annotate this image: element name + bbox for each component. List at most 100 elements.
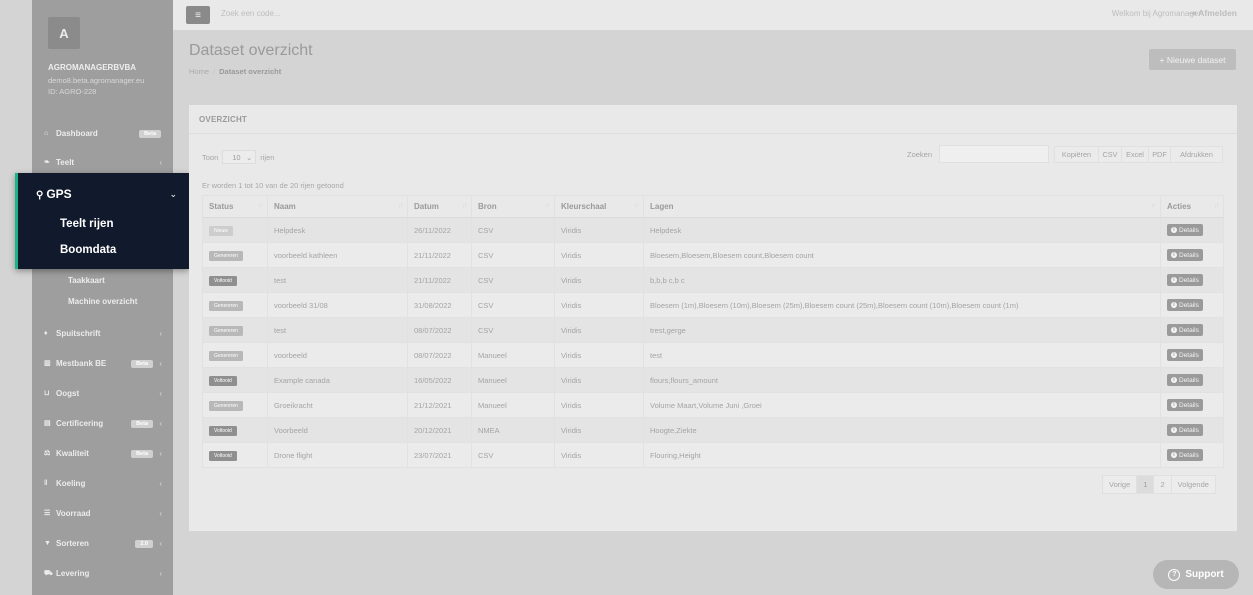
status-badge: Genereren	[209, 250, 243, 261]
column-header-kleurschaal[interactable]: Kleurschaal ↓↑	[554, 195, 644, 218]
column-header-lagen[interactable]: Lagen ↓↑	[643, 195, 1161, 218]
chevron-left-icon: ‹	[159, 157, 162, 167]
table-row: Nieuw Helpdesk 26/11/2022 CSV Viridis Helpdes…	[202, 217, 1224, 243]
details-button[interactable]: i Details	[1167, 424, 1203, 436]
chevron-left-icon: ‹	[159, 538, 162, 548]
details-button[interactable]: i Details	[1167, 274, 1203, 286]
cell-kleurschaal: Viridis	[554, 267, 644, 293]
sidebar-item-spuitschrift[interactable]: ♦ Spuitschrift ‹	[32, 321, 173, 345]
sidebar-item-label: Koeling	[56, 478, 86, 488]
details-button[interactable]: i Details	[1167, 324, 1203, 336]
column-header-label: Acties	[1167, 202, 1192, 211]
details-button[interactable]: i Details	[1167, 399, 1203, 411]
new-dataset-button[interactable]: + Nieuwe dataset	[1149, 49, 1236, 70]
cell-lagen: Volume Maart,Volume Juni ,Groei	[643, 392, 1161, 418]
cell-acties: i Details	[1160, 392, 1224, 418]
support-button[interactable]: ? Support	[1153, 560, 1239, 589]
breadcrumb-home[interactable]: Home	[189, 67, 209, 76]
cell-lagen: Flouring,Height	[643, 442, 1161, 468]
cell-datum: 21/11/2022	[407, 242, 472, 268]
sidebar-item-gps[interactable]: ⚲ GPS	[36, 187, 72, 201]
print-button[interactable]: Afdrukken	[1170, 146, 1223, 163]
beta-badge: Beta	[139, 130, 161, 138]
sidebar-subitem-machine-overzicht[interactable]: Machine overzicht	[68, 297, 137, 306]
cell-lagen: test	[643, 342, 1161, 368]
table-search-input[interactable]	[939, 145, 1049, 163]
sidebar-subitem-taakkaart[interactable]: Taakkaart	[68, 276, 105, 285]
table-body: Nieuw Helpdesk 26/11/2022 CSV Viridis Helpdes…	[202, 217, 1224, 468]
pagination-prev[interactable]: Vorige	[1103, 476, 1138, 493]
cell-kleurschaal: Viridis	[554, 242, 644, 268]
certificate-icon: ▤	[44, 420, 51, 427]
sidebar-item-mestbank[interactable]: ▥ Mestbank BE Beta ‹	[32, 351, 173, 375]
sidebar-item-label: Levering	[56, 568, 90, 578]
column-header-status[interactable]: Status ↓↑	[202, 195, 268, 218]
logout-link[interactable]: ⇥ Afmelden	[1189, 8, 1237, 19]
cell-bron: CSV	[471, 267, 555, 293]
page-size-value: 10	[232, 152, 241, 162]
company-avatar[interactable]: A	[48, 17, 80, 49]
sidebar-item-sorteren[interactable]: ▼ Sorteren 2.0 ‹	[32, 531, 173, 555]
cell-datum: 31/08/2022	[407, 292, 472, 318]
cell-kleurschaal: Viridis	[554, 417, 644, 443]
page-size-select[interactable]: 10 ⌄	[222, 150, 257, 164]
show-prefix: Toon	[202, 152, 219, 162]
sort-icon: ↓↑	[462, 203, 467, 209]
sidebar-subitem-teelt-rijen[interactable]: Teelt rijen	[60, 218, 113, 230]
sidebar-item-label: Certificering	[56, 418, 104, 428]
column-header-bron[interactable]: Bron ↓↑	[471, 195, 555, 218]
cell-bron: Manueel	[471, 392, 555, 418]
chevron-left-icon: ‹	[159, 328, 162, 338]
info-icon: i	[1171, 452, 1177, 458]
details-button[interactable]: i Details	[1167, 299, 1203, 311]
sidebar-item-kwaliteit[interactable]: ⚖ Kwaliteit Beta ‹	[32, 441, 173, 465]
sidebar-item-oogst[interactable]: ⊔ Oogst ‹	[32, 381, 173, 405]
home-icon: ⌂	[44, 129, 49, 137]
column-header-datum[interactable]: Datum ↓↑	[407, 195, 472, 218]
sidebar-item-dashboard[interactable]: ⌂ Dashboard Beta	[32, 121, 173, 145]
cell-naam: Voorbeeld	[267, 417, 408, 443]
column-header-acties[interactable]: Acties ↓↑	[1160, 195, 1224, 218]
menu-toggle-button[interactable]: ≡	[186, 6, 210, 24]
code-search-input[interactable]	[221, 9, 381, 18]
pagination-next[interactable]: Volgende	[1171, 476, 1215, 493]
sidebar-item-levering[interactable]: ⛟ Levering ‹	[32, 561, 173, 585]
column-header-naam[interactable]: Naam ↓↑	[267, 195, 408, 218]
cell-lagen: flours,flours_amount	[643, 367, 1161, 393]
column-header-label: Bron	[478, 202, 497, 211]
cell-acties: i Details	[1160, 442, 1224, 468]
breadcrumb-separator: /	[213, 67, 216, 76]
sidebar-item-teelt[interactable]: ❧ Teelt ‹	[32, 150, 173, 174]
pagination-page-2[interactable]: 2	[1154, 476, 1172, 493]
sidebar-subitem-boomdata[interactable]: Boomdata	[60, 244, 116, 256]
balance-icon: ⚖	[44, 450, 51, 457]
panel-title: OVERZICHT	[199, 115, 248, 124]
sidebar-item-label: Mestbank BE	[56, 358, 107, 368]
chevron-down-icon[interactable]: ⌄	[169, 189, 177, 200]
cell-bron: NMEA	[471, 417, 555, 443]
table-row: Genereren voorbeeld 08/07/2022 Manueel Virid…	[202, 342, 1224, 368]
cell-bron: Manueel	[471, 342, 555, 368]
details-button[interactable]: i Details	[1167, 449, 1203, 461]
pdf-button[interactable]: PDF	[1148, 146, 1171, 163]
gps-menu-panel: ⚲ GPS ⌄ Teelt rijen Boomdata	[15, 173, 189, 269]
sidebar-item-certificering[interactable]: ▤ Certificering Beta ‹	[32, 411, 173, 435]
table-row: Genereren test 08/07/2022 CSV Viridis trest,g…	[202, 317, 1224, 343]
sort-icon: ↓↑	[398, 203, 403, 209]
details-button[interactable]: i Details	[1167, 224, 1203, 236]
csv-button[interactable]: CSV	[1098, 146, 1122, 163]
details-button[interactable]: i Details	[1167, 349, 1203, 361]
info-icon: i	[1171, 302, 1177, 308]
company-domain: demo8.beta.agromanager.eu	[48, 76, 145, 85]
copy-button[interactable]: Kopiëren	[1054, 146, 1099, 163]
cell-naam: Helpdesk	[267, 217, 408, 243]
pagination-page-1[interactable]: 1	[1137, 476, 1155, 493]
details-button[interactable]: i Details	[1167, 249, 1203, 261]
sidebar-item-label: Dashboard	[56, 128, 98, 138]
sidebar-item-voorraad[interactable]: ☰ Voorraad ‹	[32, 501, 173, 525]
support-label: Support	[1185, 569, 1224, 580]
status-badge: Voltooid	[209, 425, 237, 436]
sidebar-item-koeling[interactable]: ǁ Koeling ‹	[32, 471, 173, 495]
excel-button[interactable]: Excel	[1121, 146, 1149, 163]
details-button[interactable]: i Details	[1167, 374, 1203, 386]
